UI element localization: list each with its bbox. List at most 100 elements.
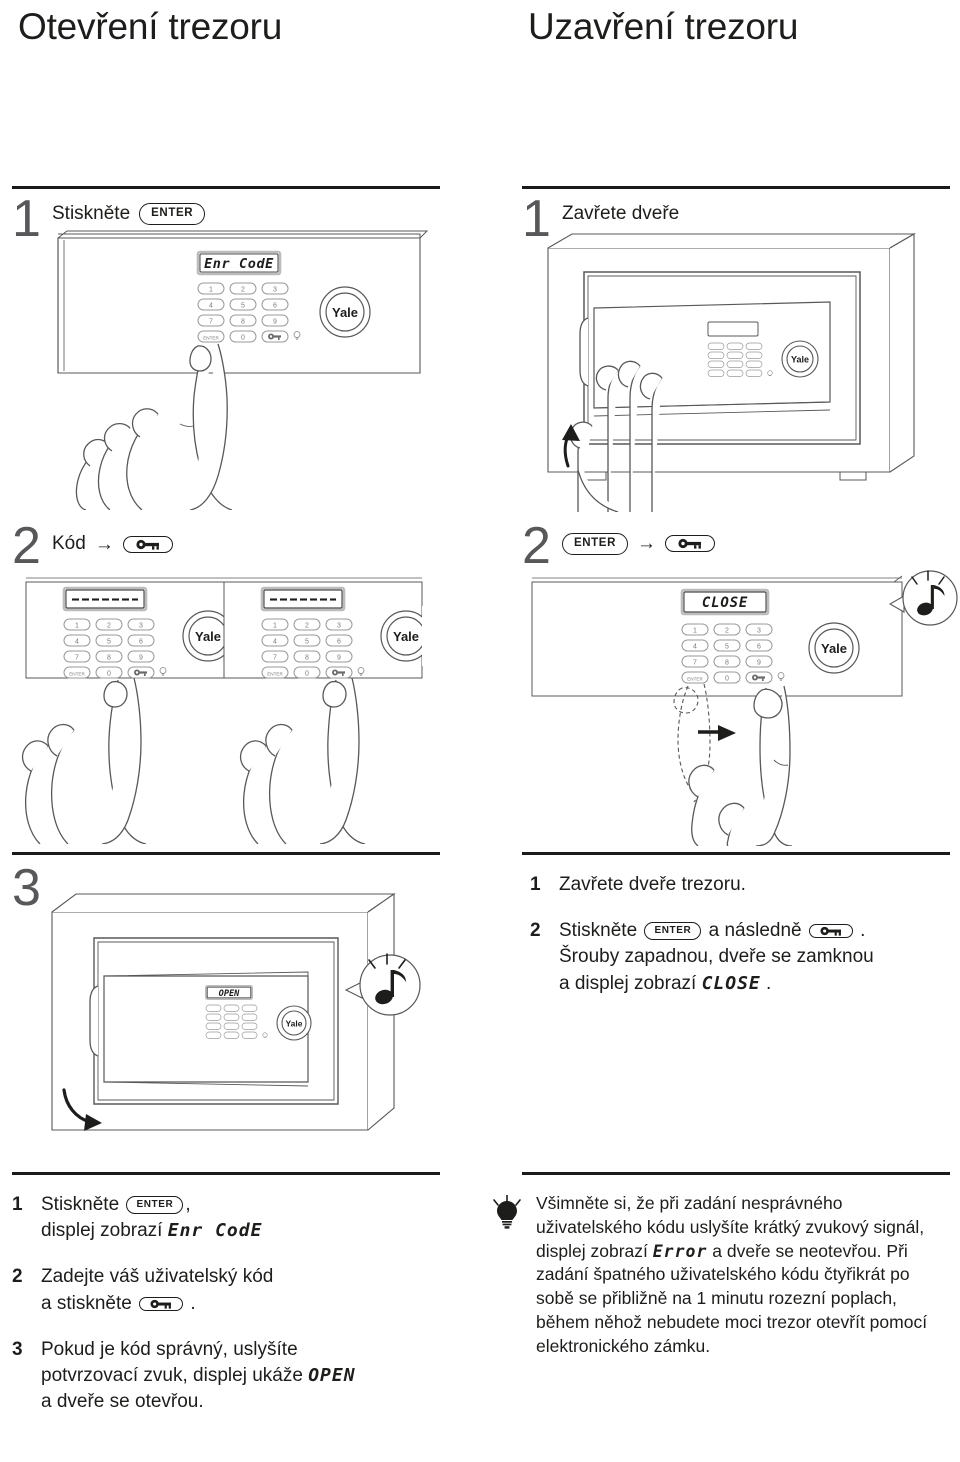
svg-text:Yale: Yale xyxy=(285,1019,302,1029)
svg-text:5: 5 xyxy=(241,303,245,310)
instruction-row: 1 Zavřete dveře trezoru. xyxy=(530,872,950,898)
page-title-open-safe: Otevření trezoru xyxy=(18,6,283,47)
lcd-enr-code-text: Enr CodE xyxy=(167,1220,263,1242)
svg-text:8: 8 xyxy=(107,655,111,662)
illustration-left-step2: 1 2 3 4 5 6 7 8 9 ENTER 0 Yale 1 2 3 4 5 6 7 8… xyxy=(12,566,442,844)
svg-text:3: 3 xyxy=(139,623,143,630)
svg-text:ENTER: ENTER xyxy=(267,672,283,677)
lightbulb-icon xyxy=(492,1194,522,1234)
divider-left-bottom xyxy=(12,1172,440,1175)
illustration-left-step3: OPEN Yale xyxy=(46,890,442,1158)
enter-key-pill-right[interactable]: ENTER xyxy=(562,533,628,555)
key-button-pill-right[interactable] xyxy=(664,535,715,553)
svg-text:6: 6 xyxy=(139,639,143,646)
tip-text: Všimněte si, že při zadání nesprávného u… xyxy=(536,1193,928,1356)
svg-text:9: 9 xyxy=(337,655,341,662)
instruction-number: 2 xyxy=(12,1266,23,1288)
svg-text:6: 6 xyxy=(757,644,761,651)
instruction-row: 2 Zadejte váš uživatelský kód a stisknět… xyxy=(12,1264,452,1316)
lcd-open-text: OPEN xyxy=(308,1365,356,1387)
svg-text:7: 7 xyxy=(273,655,277,662)
svg-text:ENTER: ENTER xyxy=(687,677,703,682)
enter-key-inline[interactable]: ENTER xyxy=(126,1196,184,1214)
instruction-text: Pokud je kód správný, uslyšíte potvrzova… xyxy=(41,1338,356,1413)
instruction-text: Stiskněte ENTER, displej zobrazí Enr Cod… xyxy=(41,1194,263,1242)
instructions-right: 1 Zavřete dveře trezoru. 2 Stiskněte ENT… xyxy=(530,872,950,1017)
instructions-left: 1 Stiskněte ENTER, displej zobrazí Enr C… xyxy=(12,1192,452,1436)
key-button-pill[interactable] xyxy=(122,535,173,553)
instruction-number: 2 xyxy=(530,920,541,942)
svg-text:1: 1 xyxy=(273,623,277,630)
instruction-number: 3 xyxy=(12,1338,23,1360)
svg-text:0: 0 xyxy=(725,676,729,683)
lcd-close-text: CLOSE xyxy=(701,972,761,994)
svg-text:2: 2 xyxy=(725,628,729,635)
arrow-right-icon: → xyxy=(94,533,114,555)
step-number-left-3: 3 xyxy=(12,859,41,917)
svg-text:9: 9 xyxy=(139,655,143,662)
svg-text:3: 3 xyxy=(757,628,761,635)
step-number-left-2: 2 xyxy=(12,517,41,575)
svg-text:1: 1 xyxy=(209,287,213,294)
svg-text:ENTER: ENTER xyxy=(69,672,85,677)
lcd-error-text: Error xyxy=(652,1241,708,1261)
svg-text:2: 2 xyxy=(107,623,111,630)
svg-text:6: 6 xyxy=(337,639,341,646)
tip-note: Všimněte si, že při zadání nesprávného u… xyxy=(492,1192,952,1359)
svg-text:5: 5 xyxy=(305,639,309,646)
instruction-number: 1 xyxy=(12,1194,23,1215)
enter-key-inline[interactable]: ENTER xyxy=(644,922,702,940)
svg-text:7: 7 xyxy=(75,655,79,662)
svg-text:Yale: Yale xyxy=(332,305,358,320)
svg-text:2: 2 xyxy=(241,287,245,294)
step-label-right-1: Zavřete dveře xyxy=(562,203,680,224)
svg-text:0: 0 xyxy=(107,671,111,678)
page-title-close-safe: Uzavření trezoru xyxy=(528,6,799,47)
divider-left-mid xyxy=(12,852,440,855)
enter-key-pill[interactable]: ENTER xyxy=(139,203,206,225)
divider-right-top xyxy=(522,186,950,189)
svg-text:Yale: Yale xyxy=(791,355,809,365)
svg-text:OPEN: OPEN xyxy=(219,989,241,999)
svg-text:4: 4 xyxy=(75,639,79,646)
svg-text:1: 1 xyxy=(75,623,79,630)
svg-text:0: 0 xyxy=(241,335,245,342)
step-label-left-2: Kód xyxy=(52,533,86,554)
svg-text:3: 3 xyxy=(337,623,341,630)
arrow-right-icon-2: → xyxy=(636,533,656,555)
svg-text:Yale: Yale xyxy=(821,641,847,656)
svg-text:4: 4 xyxy=(273,639,277,646)
svg-text:6: 6 xyxy=(273,303,277,310)
step-heading-right-1: Zavřete dveře xyxy=(562,203,679,225)
svg-text:0: 0 xyxy=(305,671,309,678)
step-heading-left-2: Kód → xyxy=(52,533,173,555)
divider-right-bottom xyxy=(522,1172,950,1175)
key-icon xyxy=(136,539,159,550)
svg-text:Yale: Yale xyxy=(393,629,419,644)
illustration-right-step1: Yale xyxy=(540,230,952,512)
svg-text:Yale: Yale xyxy=(195,629,221,644)
key-icon-inline[interactable] xyxy=(139,1296,184,1311)
svg-text:4: 4 xyxy=(693,644,697,651)
instruction-text: Stiskněte ENTER a následně . Šrouby zapa… xyxy=(559,920,874,994)
svg-text:1: 1 xyxy=(693,628,697,635)
svg-text:3: 3 xyxy=(273,287,277,294)
key-icon xyxy=(820,927,841,936)
svg-text:7: 7 xyxy=(209,319,213,326)
step-label-left-1: Stiskněte xyxy=(52,203,131,224)
svg-text:8: 8 xyxy=(241,319,245,326)
instruction-text: Zavřete dveře trezoru. xyxy=(559,874,746,895)
svg-text:CLOSE: CLOSE xyxy=(702,595,748,611)
key-icon xyxy=(150,1299,172,1309)
svg-text:8: 8 xyxy=(725,660,729,667)
step-heading-left-1: Stiskněte ENTER xyxy=(52,203,206,225)
instruction-row: 3 Pokud je kód správný, uslyšíte potvrzo… xyxy=(12,1337,452,1416)
divider-right-mid xyxy=(522,852,950,855)
svg-text:5: 5 xyxy=(725,644,729,651)
key-icon xyxy=(678,539,701,549)
instruction-text: Zadejte váš uživatelský kód a stiskněte … xyxy=(41,1266,274,1314)
illustration-left-step1: Enr CodE 123 456 789 ENTER 0 Yale xyxy=(12,228,442,510)
divider-left-top xyxy=(12,186,440,189)
key-icon-inline[interactable] xyxy=(808,924,853,939)
svg-text:2: 2 xyxy=(305,623,309,630)
